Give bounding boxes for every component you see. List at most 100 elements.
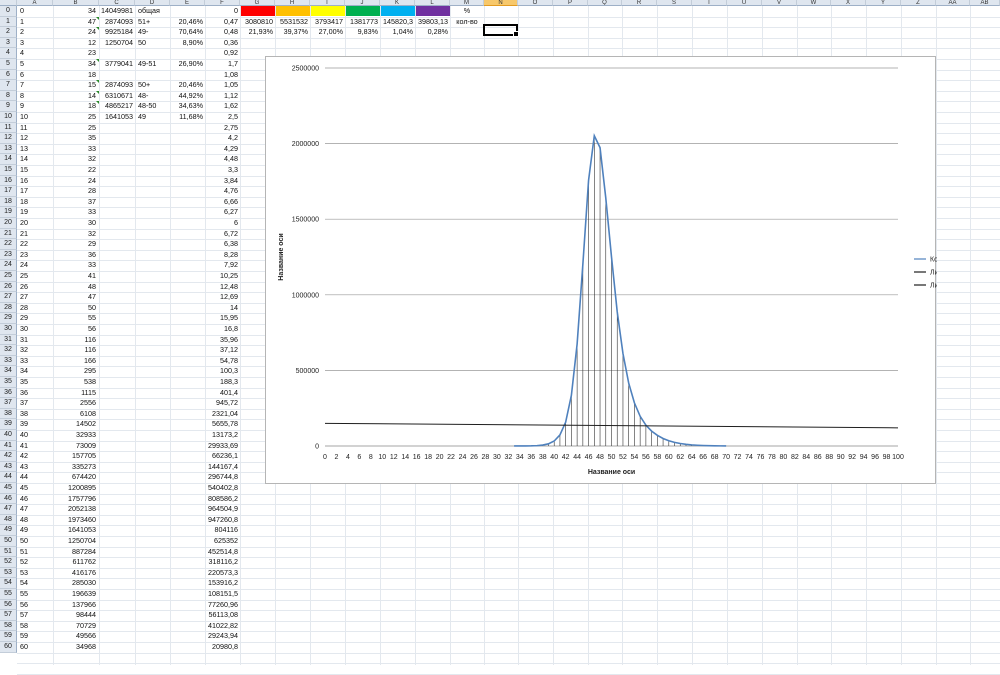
cell-a[interactable]: 18 — [20, 197, 50, 208]
cell-a[interactable]: 58 — [20, 621, 50, 632]
cell-d[interactable]: 49-51 — [138, 59, 168, 70]
cell-c[interactable]: 2874093 — [99, 80, 133, 91]
cell-b[interactable]: 37 — [53, 197, 96, 208]
cell-b[interactable]: 2556 — [53, 398, 96, 409]
cell-f[interactable]: 220573,3 — [205, 568, 238, 579]
cell-b[interactable]: 116 — [53, 345, 96, 356]
error-indicator-icon[interactable] — [96, 59, 99, 62]
row-header[interactable]: 31 — [0, 334, 17, 346]
cell-b[interactable]: 32933 — [53, 430, 96, 441]
cell-a[interactable]: 7 — [20, 80, 50, 91]
cell-a[interactable]: 47 — [20, 504, 50, 515]
cell-f[interactable]: 2321,04 — [205, 409, 238, 420]
cell-c[interactable]: 14049981 — [99, 6, 133, 17]
cell-b[interactable]: 47 — [53, 17, 96, 28]
cell-f[interactable]: 29243,94 — [205, 631, 238, 642]
cell-f[interactable]: 0,48 — [205, 27, 238, 38]
cell-b[interactable]: 15 — [53, 80, 96, 91]
cell-b[interactable]: 30 — [53, 218, 96, 229]
cell-f[interactable]: 318116,2 — [205, 557, 238, 568]
row-header[interactable]: 2 — [0, 27, 17, 38]
cell-b[interactable]: 32 — [53, 229, 96, 240]
cell-b[interactable]: 611762 — [53, 557, 96, 568]
cell-b[interactable]: 29 — [53, 239, 96, 250]
cell-b[interactable]: 196639 — [53, 589, 96, 600]
cell-a[interactable]: 28 — [20, 303, 50, 314]
cell-f[interactable]: 56113,08 — [205, 610, 238, 621]
cell-b[interactable]: 1757796 — [53, 494, 96, 505]
cell-a[interactable]: 14 — [20, 154, 50, 165]
cell-f[interactable]: 108151,5 — [205, 589, 238, 600]
row-header[interactable]: 50 — [0, 536, 17, 547]
cell-f[interactable]: 77260,96 — [205, 600, 238, 611]
active-cell-selection[interactable] — [483, 24, 519, 37]
cell-share-count[interactable]: 5531532 — [275, 17, 308, 28]
row-header[interactable]: 18 — [0, 196, 17, 208]
column-header-u[interactable]: U — [727, 0, 762, 6]
cell-b[interactable]: 12 — [53, 38, 96, 49]
row-header[interactable]: 28 — [0, 302, 17, 314]
row-header[interactable]: 52 — [0, 557, 17, 568]
cell-f[interactable]: 10,25 — [205, 271, 238, 282]
cell-d[interactable]: 49 — [138, 112, 168, 123]
cell-b[interactable]: 56 — [53, 324, 96, 335]
cell-a[interactable]: 25 — [20, 271, 50, 282]
row-header[interactable]: 48 — [0, 514, 17, 526]
cell-f[interactable]: 144167,4 — [205, 462, 238, 473]
row-header[interactable]: 7 — [0, 80, 17, 91]
cell-b[interactable]: 137966 — [53, 600, 96, 611]
cell-a[interactable]: 27 — [20, 292, 50, 303]
cell-f[interactable]: 153916,2 — [205, 578, 238, 589]
cell-a[interactable]: 33 — [20, 356, 50, 367]
cell-b[interactable]: 24 — [53, 176, 96, 187]
row-header[interactable]: 23 — [0, 249, 17, 261]
cell-c[interactable]: 1250704 — [99, 38, 133, 49]
cell-e[interactable]: 34,63% — [170, 101, 203, 112]
cell-b[interactable]: 23 — [53, 48, 96, 59]
cell-share-percent[interactable]: 9,83% — [345, 27, 378, 38]
cell-b[interactable]: 18 — [53, 101, 96, 112]
cell-a[interactable]: 49 — [20, 525, 50, 536]
cell-b[interactable]: 25 — [53, 112, 96, 123]
cell-e[interactable]: 20,46% — [170, 80, 203, 91]
cell-f[interactable]: 8,28 — [205, 250, 238, 261]
column-header-p[interactable]: P — [553, 0, 588, 6]
cell-a[interactable]: 55 — [20, 589, 50, 600]
cell-f[interactable]: 1,62 — [205, 101, 238, 112]
cell-a[interactable]: 19 — [20, 207, 50, 218]
row-header[interactable]: 8 — [0, 90, 17, 102]
cell-a[interactable]: 23 — [20, 250, 50, 261]
cell-f[interactable]: 6,38 — [205, 239, 238, 250]
cell-d[interactable]: 49- — [138, 27, 168, 38]
row-header[interactable]: 58 — [0, 620, 17, 632]
row-header[interactable]: 34 — [0, 366, 17, 377]
cell-f[interactable]: 4,76 — [205, 186, 238, 197]
cell-a[interactable]: 11 — [20, 123, 50, 134]
cell-share-percent[interactable]: 0,28% — [415, 27, 448, 38]
cell-a[interactable]: 38 — [20, 409, 50, 420]
cell-a[interactable]: 9 — [20, 101, 50, 112]
row-header[interactable]: 35 — [0, 377, 17, 388]
row-header[interactable]: 39 — [0, 419, 17, 430]
row-header[interactable]: 14 — [0, 154, 17, 165]
row-header[interactable]: 9 — [0, 101, 17, 112]
fill-handle[interactable] — [513, 31, 519, 37]
row-header[interactable]: 20 — [0, 218, 17, 229]
row-header[interactable]: 4 — [0, 48, 17, 59]
row-header[interactable]: 55 — [0, 589, 17, 600]
cell-a[interactable]: 50 — [20, 536, 50, 547]
row-header[interactable]: 36 — [0, 387, 17, 399]
cell-f[interactable]: 452514,8 — [205, 547, 238, 558]
series-line-kol-vo[interactable] — [514, 132, 727, 447]
cell-f[interactable]: 4,2 — [205, 133, 238, 144]
cell-a[interactable]: 29 — [20, 313, 50, 324]
cell-b[interactable]: 538 — [53, 377, 96, 388]
cell-b[interactable]: 33 — [53, 260, 96, 271]
cell-b[interactable]: 48 — [53, 282, 96, 293]
cell-a[interactable]: 41 — [20, 441, 50, 452]
cell-f[interactable]: 41022,82 — [205, 621, 238, 632]
color-swatch-cell[interactable] — [416, 6, 450, 16]
cell-a[interactable]: 37 — [20, 398, 50, 409]
cell-b[interactable]: 34968 — [53, 642, 96, 653]
cell-e[interactable]: 11,68% — [170, 112, 203, 123]
